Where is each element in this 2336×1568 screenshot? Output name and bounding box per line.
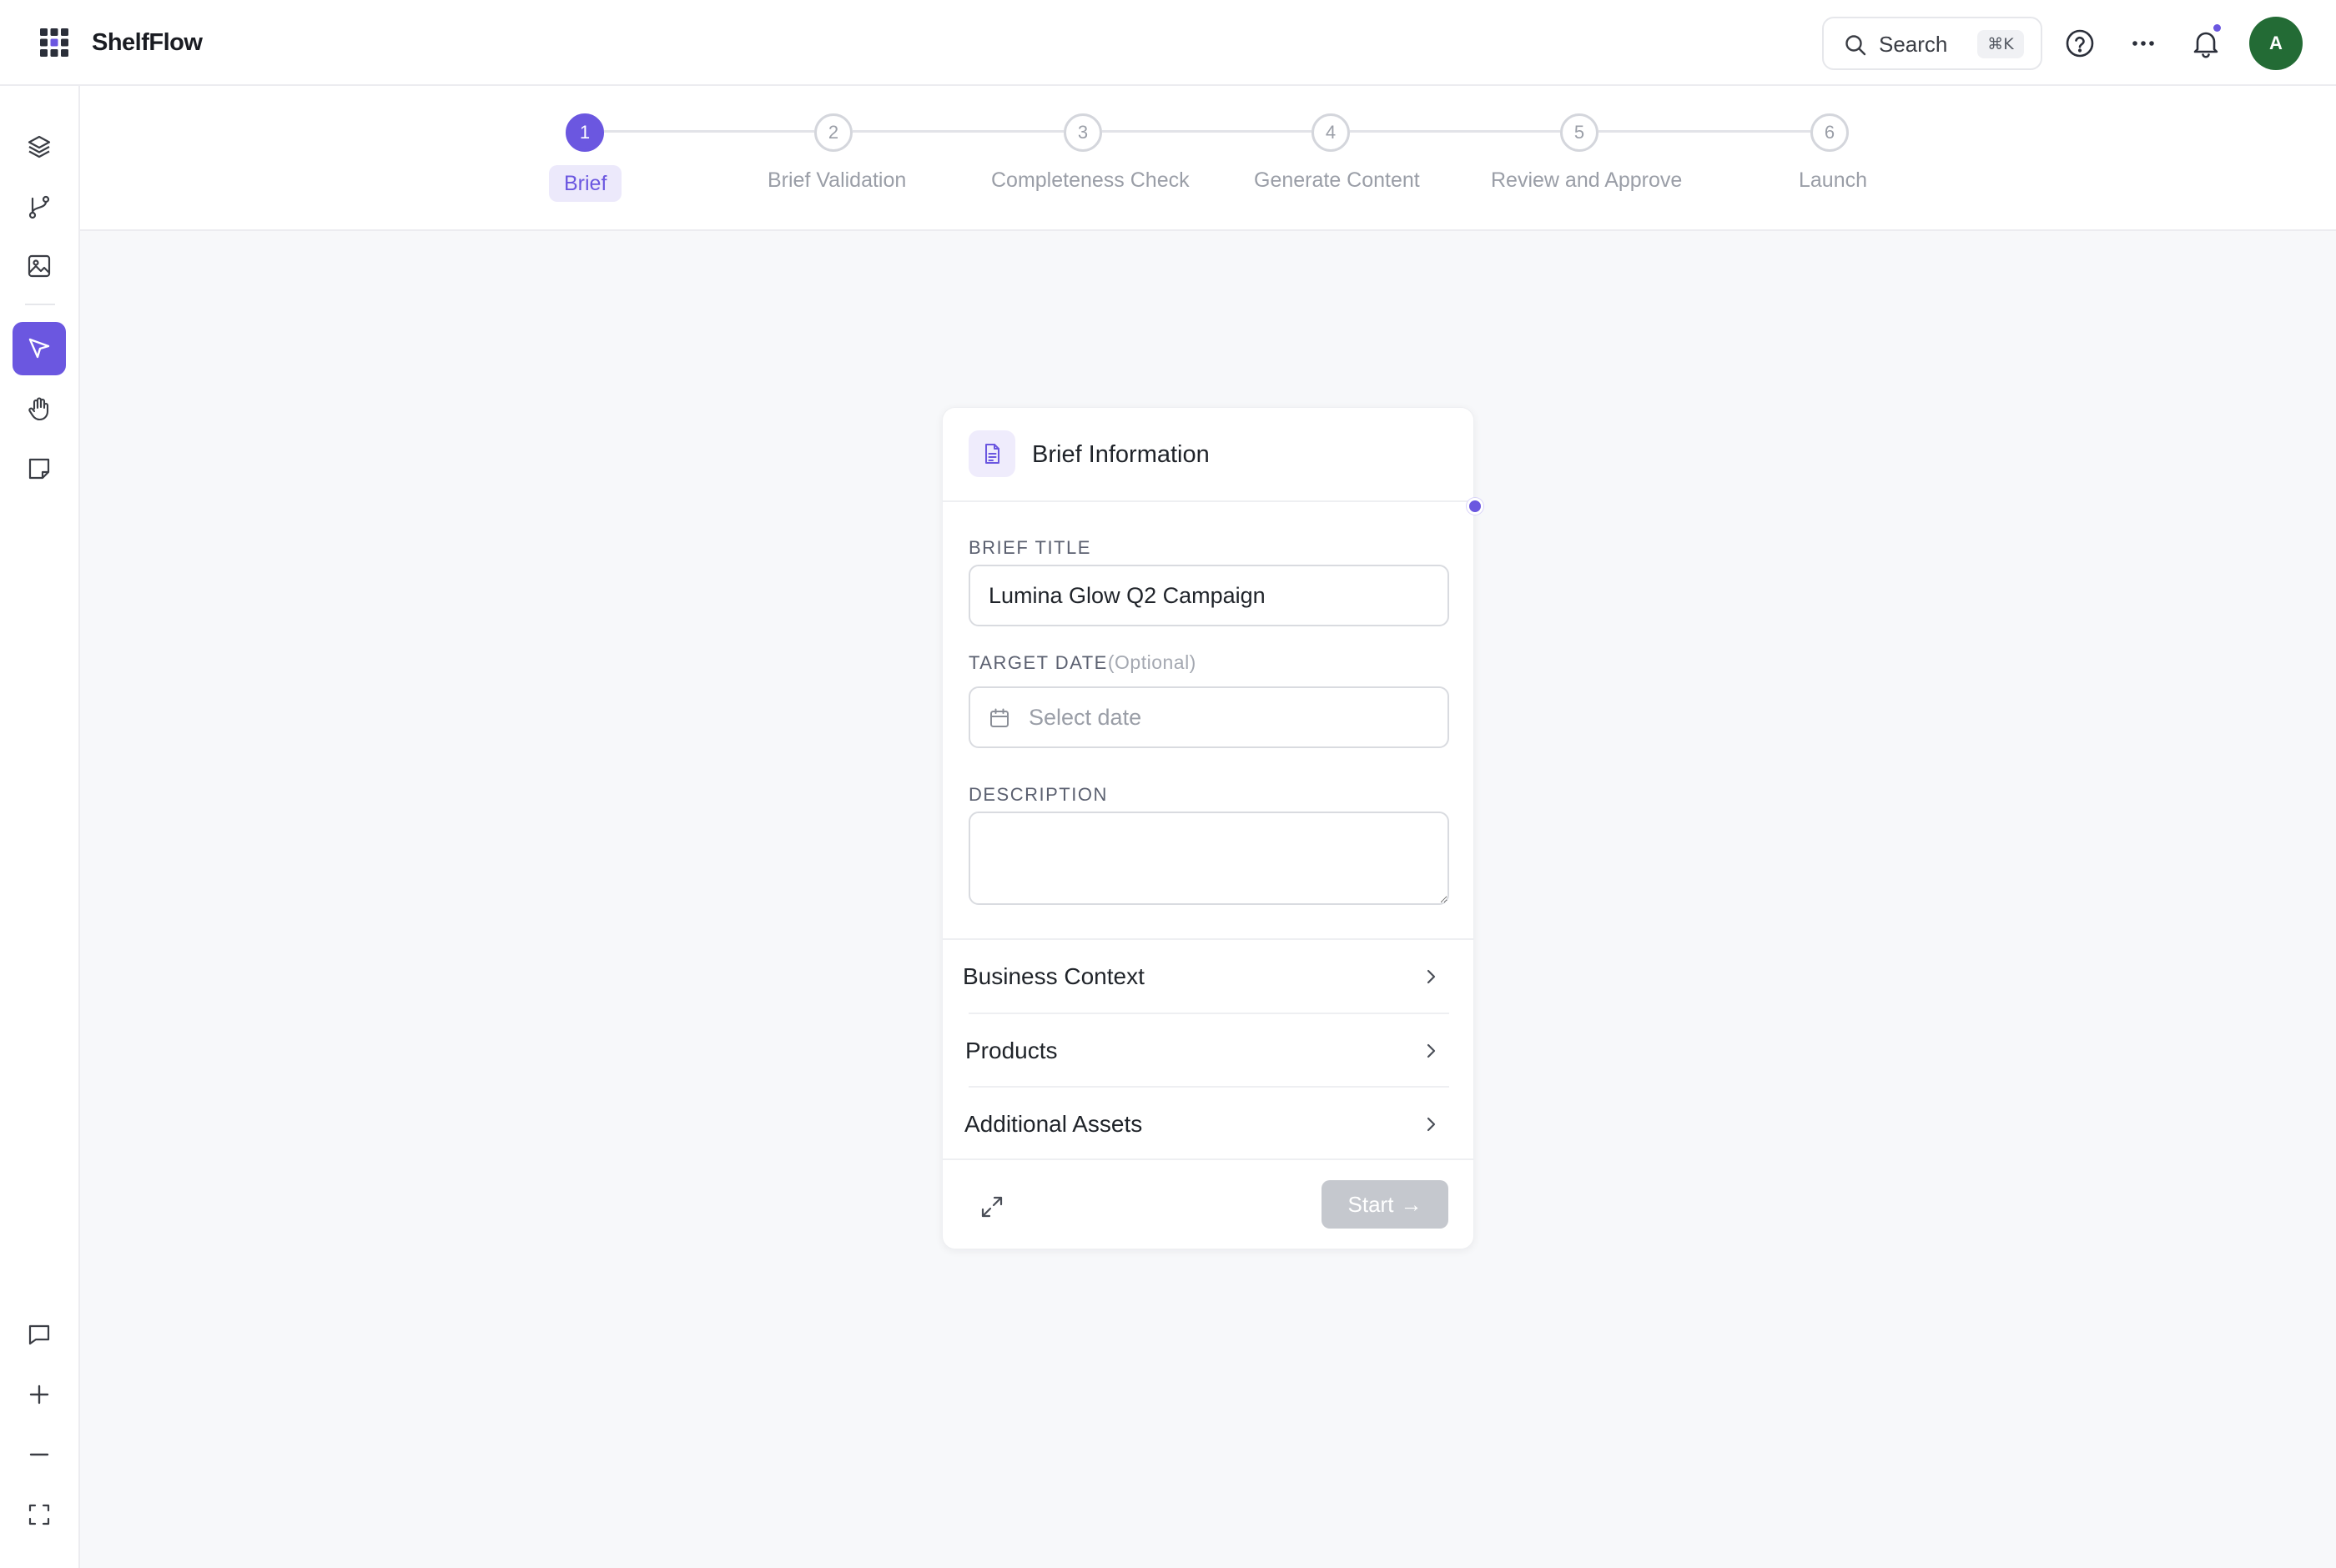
zoom-out-icon[interactable]: [13, 1428, 66, 1481]
layers-icon[interactable]: [13, 120, 66, 173]
step-connector: [1102, 130, 1311, 133]
note-icon[interactable]: [13, 442, 66, 495]
toolbar-divider: [25, 304, 55, 305]
more-icon[interactable]: [2126, 26, 2161, 61]
comment-icon[interactable]: [13, 1308, 66, 1361]
search-icon: [1845, 35, 1866, 56]
chevron-right-icon: [1427, 969, 1436, 984]
step-5-label[interactable]: Review and Approve: [1491, 168, 1682, 193]
fit-screen-icon[interactable]: [13, 1488, 66, 1541]
help-icon[interactable]: [2062, 26, 2097, 61]
left-toolbar: [0, 86, 80, 1568]
expand-icon[interactable]: [979, 1194, 1005, 1220]
brief-title-input[interactable]: [969, 565, 1449, 626]
node-connector-handle[interactable]: [1467, 498, 1483, 515]
top-bar: ShelfFlow Search ⌘K A: [0, 0, 2336, 86]
step-2-circle[interactable]: 2: [814, 113, 853, 152]
step-5-circle[interactable]: 5: [1560, 113, 1598, 152]
pointer-icon[interactable]: [13, 322, 66, 375]
apps-grid-icon[interactable]: [38, 27, 70, 58]
workflow-stepper: [80, 86, 2336, 231]
start-button[interactable]: Start →: [1322, 1180, 1448, 1229]
step-4-label[interactable]: Generate Content: [1254, 168, 1420, 193]
calendar-icon: [990, 708, 1009, 727]
step-2-label[interactable]: Brief Validation: [768, 168, 906, 193]
search-label: Search: [1879, 32, 1948, 57]
card-footer: Start →: [943, 1158, 1473, 1250]
start-label: Start: [1347, 1191, 1394, 1217]
optional-hint: (Optional): [1107, 651, 1196, 673]
step-connector: [1598, 130, 1810, 133]
card-title: Brief Information: [1032, 441, 1210, 468]
zoom-in-icon[interactable]: [13, 1368, 66, 1421]
products-label: Products: [965, 1038, 1058, 1063]
app-name: ShelfFlow: [92, 29, 203, 56]
additional-assets-section[interactable]: Additional Assets: [943, 1088, 1473, 1161]
step-6-label[interactable]: Launch: [1799, 168, 1867, 193]
description-label: DESCRIPTION: [969, 784, 1108, 805]
step-connector: [604, 130, 814, 133]
step-3-circle[interactable]: 3: [1064, 113, 1102, 152]
arrow-right-icon: →: [1400, 1191, 1422, 1217]
business-context-section[interactable]: Business Context: [943, 940, 1473, 1013]
step-6-circle[interactable]: 6: [1810, 113, 1849, 152]
chevron-right-icon: [1427, 1117, 1436, 1132]
step-1-label[interactable]: Brief: [549, 165, 622, 202]
brief-information-card: Brief Information BRIEF TITLE TARGET DAT…: [942, 407, 1474, 1249]
target-date-picker[interactable]: Select date: [969, 686, 1449, 748]
hand-icon[interactable]: [13, 382, 66, 435]
document-icon: [969, 430, 1015, 477]
search-shortcut: ⌘K: [1977, 30, 2024, 58]
step-connector: [853, 130, 1064, 133]
products-section[interactable]: Products: [943, 1014, 1473, 1088]
notification-dot: [2213, 24, 2221, 32]
additional-assets-label: Additional Assets: [964, 1111, 1143, 1137]
step-3-label[interactable]: Completeness Check: [991, 168, 1190, 193]
flow-icon[interactable]: [13, 180, 66, 234]
chevron-right-icon: [1427, 1043, 1436, 1058]
step-connector: [1350, 130, 1560, 133]
business-context-label: Business Context: [963, 963, 1145, 989]
target-date-label: TARGET DATE(Optional): [969, 651, 1196, 674]
avatar[interactable]: A: [2249, 17, 2303, 70]
step-1-circle[interactable]: 1: [566, 113, 604, 152]
image-icon[interactable]: [13, 239, 66, 293]
search-button[interactable]: Search ⌘K: [1822, 17, 2042, 70]
brief-title-label: BRIEF TITLE: [969, 537, 1091, 558]
target-date-label-text: TARGET DATE: [969, 652, 1108, 673]
step-4-circle[interactable]: 4: [1311, 113, 1350, 152]
description-textarea[interactable]: [969, 812, 1449, 905]
card-header: Brief Information: [943, 408, 1473, 502]
